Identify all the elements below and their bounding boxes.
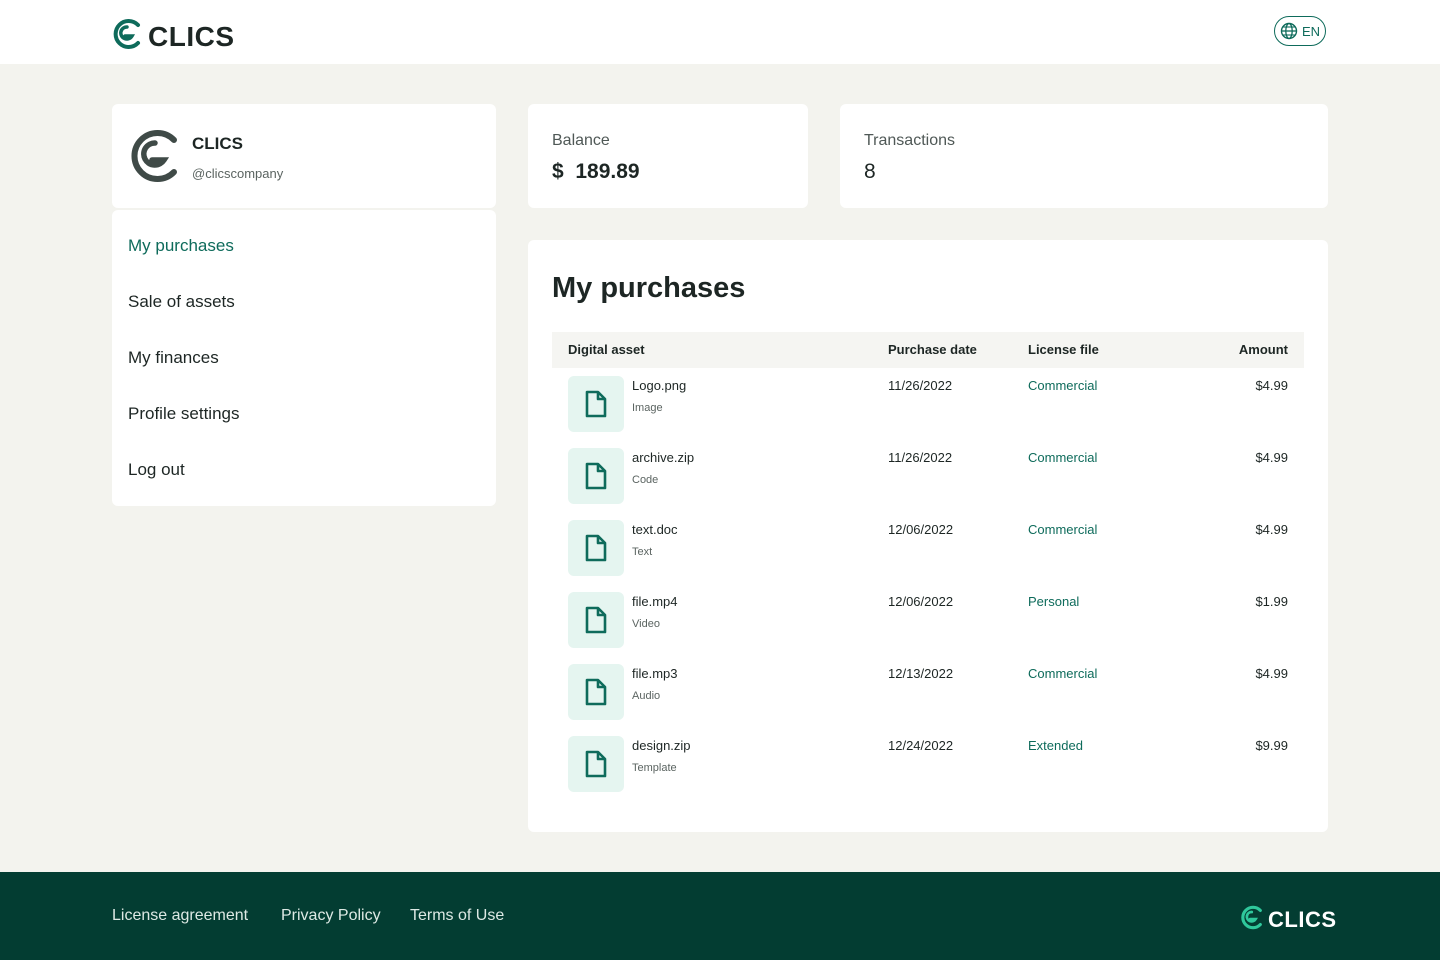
asset-type: Text <box>632 546 653 558</box>
license-link[interactable]: Commercial <box>1028 666 1097 681</box>
file-icon <box>585 678 607 706</box>
balance-value: $ 189.89 <box>552 160 640 183</box>
file-thumbnail[interactable] <box>568 592 624 648</box>
balance-card: Balance $ 189.89 <box>528 104 808 208</box>
purchase-date: 11/26/2022 <box>888 378 953 393</box>
file-thumbnail[interactable] <box>568 448 624 504</box>
file-icon <box>585 606 607 634</box>
footer: License agreement Privacy Policy Terms o… <box>0 872 1440 960</box>
purchases-panel: My purchases Digital asset Purchase date… <box>528 240 1328 832</box>
asset-name: file.mp3 <box>632 666 678 681</box>
asset-type: Image <box>632 402 663 414</box>
asset-name: file.mp4 <box>632 594 678 609</box>
asset-type: Video <box>632 618 660 630</box>
column-header-amount: Amount <box>1238 342 1288 357</box>
footer-link-privacy-policy[interactable]: Privacy Policy <box>281 907 381 925</box>
transactions-label: Transactions <box>864 132 955 149</box>
purchase-date: 12/13/2022 <box>888 666 954 681</box>
clics-logo-icon <box>113 19 140 49</box>
footer-logo-text: CLICS <box>1268 907 1337 932</box>
table-row[interactable]: Logo.png Image 11/26/2022 Commercial $4.… <box>552 368 1304 440</box>
asset-type: Template <box>632 762 677 774</box>
sidebar-item-my-purchases[interactable]: My purchases <box>128 236 234 256</box>
page-title: My purchases <box>552 272 746 304</box>
amount: $4.99 <box>1255 378 1288 393</box>
file-icon <box>585 534 607 562</box>
file-icon <box>585 390 607 418</box>
transactions-value: 8 <box>864 160 876 183</box>
asset-type: Code <box>632 474 659 486</box>
header-logo[interactable]: CLICS <box>112 15 235 53</box>
license-link[interactable]: Personal <box>1028 594 1079 609</box>
amount: $4.99 <box>1255 522 1288 537</box>
footer-link-terms-of-use[interactable]: Terms of Use <box>410 907 504 925</box>
table-row[interactable]: file.mp3 Audio 12/13/2022 Commercial $4.… <box>552 656 1304 728</box>
file-icon <box>585 750 607 778</box>
license-link[interactable]: Commercial <box>1028 450 1097 465</box>
amount: $4.99 <box>1255 450 1288 465</box>
sidebar-item-log-out[interactable]: Log out <box>128 460 185 480</box>
purchase-date: 12/24/2022 <box>888 738 954 753</box>
logo-text: CLICS <box>148 21 235 52</box>
column-header-digital-asset: Digital asset <box>568 342 645 357</box>
language-label: EN <box>1301 23 1321 39</box>
asset-name: Logo.png <box>632 378 687 393</box>
column-header-license-file: License file <box>1028 342 1099 357</box>
sidebar-item-sale-of-assets[interactable]: Sale of assets <box>128 292 235 312</box>
file-thumbnail[interactable] <box>568 520 624 576</box>
balance-label: Balance <box>552 132 610 149</box>
asset-name: archive.zip <box>632 450 695 465</box>
globe-icon <box>1280 22 1298 40</box>
language-selector[interactable]: EN <box>1274 16 1326 46</box>
asset-type: Audio <box>632 690 661 702</box>
file-thumbnail[interactable] <box>568 664 624 720</box>
table-row[interactable]: file.mp4 Video 12/06/2022 Personal $1.99 <box>552 584 1304 656</box>
file-icon <box>585 462 607 490</box>
table-row[interactable]: archive.zip Code 11/26/2022 Commercial $… <box>552 440 1304 512</box>
table-header: Digital asset Purchase date License file… <box>552 332 1304 368</box>
profile-name: CLICS <box>192 134 243 153</box>
table-row[interactable]: text.doc Text 12/06/2022 Commercial $4.9… <box>552 512 1304 584</box>
file-thumbnail[interactable] <box>568 376 624 432</box>
clics-logo-icon <box>1241 905 1262 930</box>
asset-name: text.doc <box>632 522 678 537</box>
sidebar-menu: My purchases Sale of assets My finances … <box>112 210 496 506</box>
file-thumbnail[interactable] <box>568 736 624 792</box>
license-link[interactable]: Commercial <box>1028 522 1097 537</box>
profile-handle: @clicscompany <box>192 166 284 181</box>
license-link[interactable]: Extended <box>1028 738 1083 753</box>
purchase-date: 11/26/2022 <box>888 450 953 465</box>
license-link[interactable]: Commercial <box>1028 378 1097 393</box>
table-row[interactable]: design.zip Template 12/24/2022 Extended … <box>552 728 1304 800</box>
purchase-date: 12/06/2022 <box>888 522 954 537</box>
top-navbar: CLICS EN <box>0 0 1440 64</box>
purchase-date: 12/06/2022 <box>888 594 954 609</box>
asset-name: design.zip <box>632 738 691 753</box>
footer-logo[interactable]: CLICS <box>1240 902 1337 933</box>
amount: $9.99 <box>1255 738 1288 753</box>
profile-card: CLICS @clicscompany <box>112 104 496 208</box>
amount: $1.99 <box>1255 594 1288 609</box>
avatar <box>131 130 177 182</box>
sidebar-item-profile-settings[interactable]: Profile settings <box>128 404 240 424</box>
sidebar-item-my-finances[interactable]: My finances <box>128 348 219 368</box>
transactions-card: Transactions 8 <box>840 104 1328 208</box>
amount: $4.99 <box>1255 666 1288 681</box>
column-header-purchase-date: Purchase date <box>888 342 977 357</box>
footer-link-license-agreement[interactable]: License agreement <box>112 907 248 925</box>
